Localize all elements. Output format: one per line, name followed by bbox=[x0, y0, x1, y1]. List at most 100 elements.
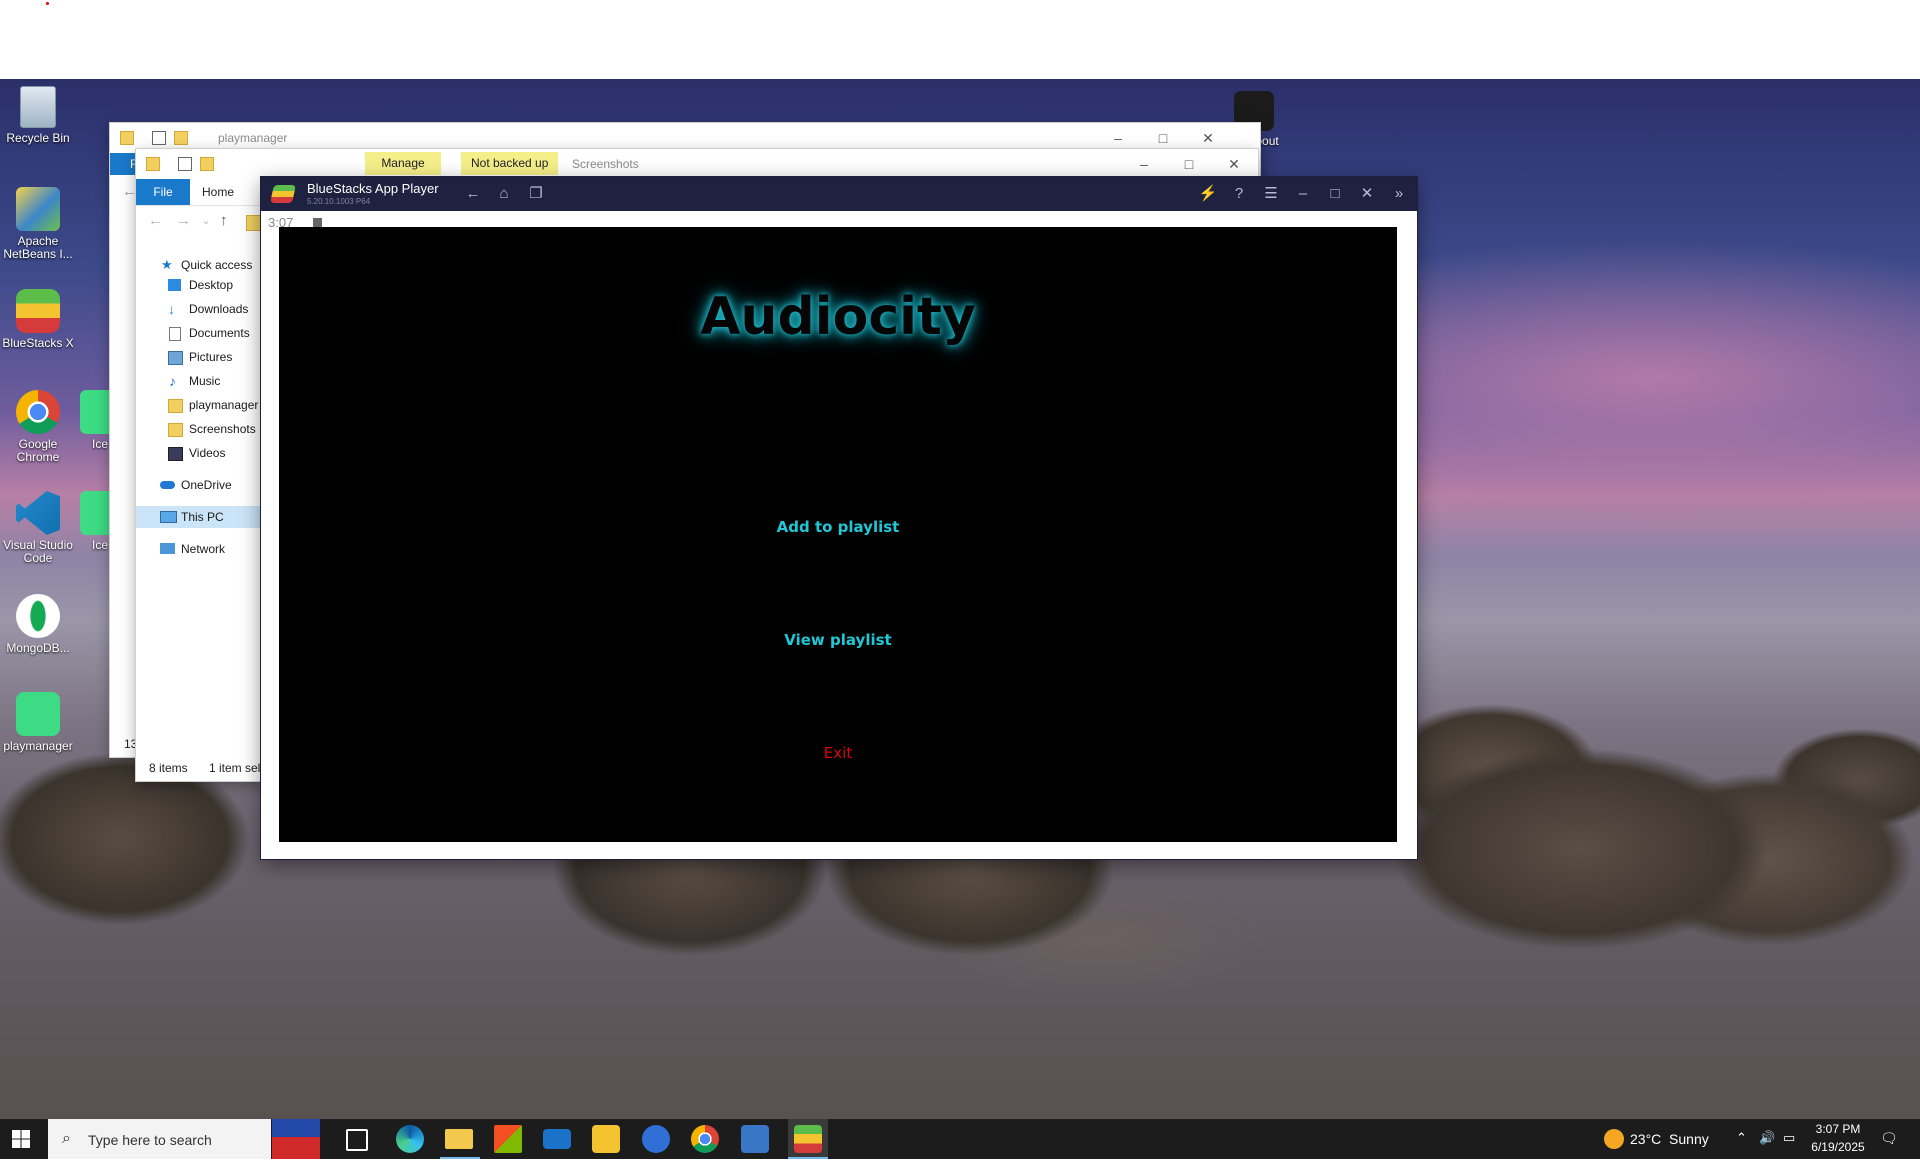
close-button[interactable]: ✕ bbox=[1355, 182, 1379, 206]
ctx-tab-manage[interactable]: Manage bbox=[365, 152, 441, 175]
notifications-icon[interactable]: 🗨 bbox=[1880, 1130, 1898, 1170]
folder-icon bbox=[146, 157, 160, 171]
nav-music[interactable]: ♪ Music bbox=[136, 370, 261, 392]
network-icon[interactable]: ▭ bbox=[1783, 1130, 1795, 1170]
nav-videos[interactable]: Videos bbox=[136, 442, 261, 464]
maximize-button[interactable]: □ bbox=[1153, 128, 1173, 148]
menu-icon[interactable]: ☰ bbox=[1259, 182, 1283, 206]
nav-onedrive[interactable]: OneDrive bbox=[136, 474, 261, 496]
bluestacks-x-icon bbox=[16, 289, 60, 333]
bluestacks-titlebar: BlueStacks App Player 5.20.10.1003 P64 ←… bbox=[261, 177, 1417, 211]
explorer-front-titlebar: Manage Not backed up Screenshots – □ ✕ bbox=[136, 149, 1258, 179]
desktop-icon-label: Visual Studio Code bbox=[3, 538, 73, 565]
remote-desktop-icon[interactable] bbox=[741, 1125, 769, 1153]
clock-date: 6/19/2025 bbox=[1811, 1140, 1865, 1154]
search-highlight-icon[interactable] bbox=[272, 1119, 320, 1159]
network-icon bbox=[160, 543, 175, 554]
desktop-icon-mongodb[interactable]: MongoDB... bbox=[0, 594, 76, 655]
up-arrow-icon[interactable]: ↑ bbox=[220, 212, 228, 229]
taskbar: ⌕ Type here to search 23°C Sunny ⌃ 🔊 ▭ 3… bbox=[0, 1119, 1920, 1159]
folder-icon bbox=[168, 423, 183, 437]
chrome-icon[interactable] bbox=[691, 1125, 719, 1153]
minimize-button[interactable]: – bbox=[1291, 182, 1315, 206]
nav-label: OneDrive bbox=[181, 478, 232, 492]
nav-label: Network bbox=[181, 542, 226, 556]
android-screen[interactable]: Audiocity Add to playlist View playlist … bbox=[279, 227, 1397, 842]
recent-apps-icon[interactable]: ❐ bbox=[524, 182, 548, 206]
expand-sidebar-icon[interactable]: » bbox=[1387, 182, 1411, 206]
desktop-icon-label: MongoDB... bbox=[6, 641, 70, 655]
nav-downloads[interactable]: ↓ Downloads bbox=[136, 298, 261, 320]
maximize-button[interactable]: □ bbox=[1323, 182, 1347, 206]
home-tab[interactable]: Home bbox=[202, 179, 234, 205]
desktop-icon-label: Apache NetBeans I... bbox=[3, 234, 73, 261]
desktop-icon-bluestacks-x[interactable]: BlueStacks X bbox=[0, 289, 76, 350]
nav-documents[interactable]: Documents bbox=[136, 322, 261, 344]
mail-icon[interactable] bbox=[543, 1129, 571, 1149]
desktop-icon-recycle-bin[interactable]: Recycle Bin bbox=[0, 86, 76, 145]
windows-start-icon[interactable] bbox=[12, 1130, 30, 1148]
nav-desktop[interactable]: Desktop bbox=[136, 274, 261, 296]
nav-playmanager[interactable]: playmanager bbox=[136, 394, 261, 416]
task-view-icon[interactable] bbox=[346, 1129, 368, 1151]
forward-arrow-icon[interactable]: → bbox=[176, 212, 191, 229]
download-icon: ↓ bbox=[168, 301, 175, 317]
add-to-playlist-label[interactable]: Add to playlist bbox=[777, 518, 900, 536]
assistant-icon[interactable] bbox=[642, 1125, 670, 1153]
minimize-button[interactable]: – bbox=[1108, 128, 1128, 148]
ctx-tab-not-backed-up[interactable]: Not backed up bbox=[461, 152, 559, 175]
nav-quick-access[interactable]: ★ Quick access bbox=[136, 254, 261, 276]
nav-label: Quick access bbox=[181, 258, 253, 272]
edge-icon[interactable] bbox=[396, 1125, 424, 1153]
exit-button[interactable]: Exit bbox=[279, 744, 1397, 762]
nav-label: Documents bbox=[189, 326, 250, 340]
add-to-playlist-button[interactable]: Add to playlist bbox=[279, 518, 1397, 536]
document-icon bbox=[169, 327, 181, 341]
taskbar-search-box[interactable]: ⌕ Type here to search bbox=[48, 1119, 271, 1159]
bluestacks-window[interactable]: BlueStacks App Player 5.20.10.1003 P64 ←… bbox=[261, 177, 1417, 859]
help-icon[interactable]: ? bbox=[1227, 182, 1251, 206]
bluestacks-title: BlueStacks App Player bbox=[307, 181, 439, 196]
volume-icon[interactable]: 🔊 bbox=[1759, 1130, 1775, 1170]
store-icon[interactable] bbox=[494, 1125, 522, 1153]
cloud-icon bbox=[160, 481, 175, 489]
desktop-icon-vscode[interactable]: Visual Studio Code bbox=[0, 491, 76, 565]
nav-label: Desktop bbox=[189, 278, 234, 292]
back-arrow-icon[interactable]: ← bbox=[122, 183, 137, 200]
selected-count: 1 item sele bbox=[209, 761, 268, 775]
close-button[interactable]: ✕ bbox=[1198, 128, 1218, 148]
netbeans-icon bbox=[16, 187, 60, 231]
folder-icon bbox=[120, 131, 134, 145]
desktop-icon-playmanager[interactable]: playmanager bbox=[0, 692, 76, 753]
computer-icon bbox=[160, 511, 177, 523]
bluestacks-taskbar-icon[interactable] bbox=[794, 1125, 822, 1153]
exit-label[interactable]: Exit bbox=[824, 744, 852, 762]
view-playlist-label[interactable]: View playlist bbox=[784, 631, 891, 649]
folder-icon bbox=[168, 399, 183, 413]
show-hidden-icons[interactable]: ⌃ bbox=[1736, 1130, 1747, 1170]
snipping-icon[interactable] bbox=[592, 1125, 620, 1153]
nav-this-pc[interactable]: This PC bbox=[136, 506, 261, 528]
nav-pictures[interactable]: Pictures bbox=[136, 346, 261, 368]
file-explorer-icon[interactable] bbox=[445, 1129, 473, 1149]
view-playlist-button[interactable]: View playlist bbox=[279, 631, 1397, 649]
performance-icon[interactable]: ⚡ bbox=[1196, 182, 1220, 206]
file-tab[interactable]: File bbox=[136, 179, 190, 205]
nav-label: Videos bbox=[189, 446, 226, 460]
back-arrow-icon[interactable]: ← bbox=[461, 182, 485, 206]
home-icon[interactable]: ⌂ bbox=[492, 182, 516, 206]
desktop-icon-google-chrome[interactable]: Google Chrome bbox=[0, 390, 76, 464]
desktop-icon-netbeans[interactable]: Apache NetBeans I... bbox=[0, 187, 76, 261]
clock[interactable]: 3:07 PM 6/19/2025 bbox=[1808, 1119, 1868, 1159]
maximize-button[interactable]: □ bbox=[1179, 154, 1199, 174]
nav-label: Screenshots bbox=[189, 422, 256, 436]
nav-network[interactable]: Network bbox=[136, 538, 261, 560]
recent-locations-icon[interactable]: ⌄ bbox=[202, 216, 210, 227]
recycle-bin-icon bbox=[20, 86, 56, 128]
back-arrow-icon[interactable]: ← bbox=[148, 212, 163, 229]
minimize-button[interactable]: – bbox=[1134, 154, 1154, 174]
nav-label: playmanager bbox=[189, 398, 259, 412]
nav-screenshots[interactable]: Screenshots bbox=[136, 418, 261, 440]
desktop-icon-label: Google Chrome bbox=[16, 437, 60, 464]
close-button[interactable]: ✕ bbox=[1224, 154, 1244, 174]
